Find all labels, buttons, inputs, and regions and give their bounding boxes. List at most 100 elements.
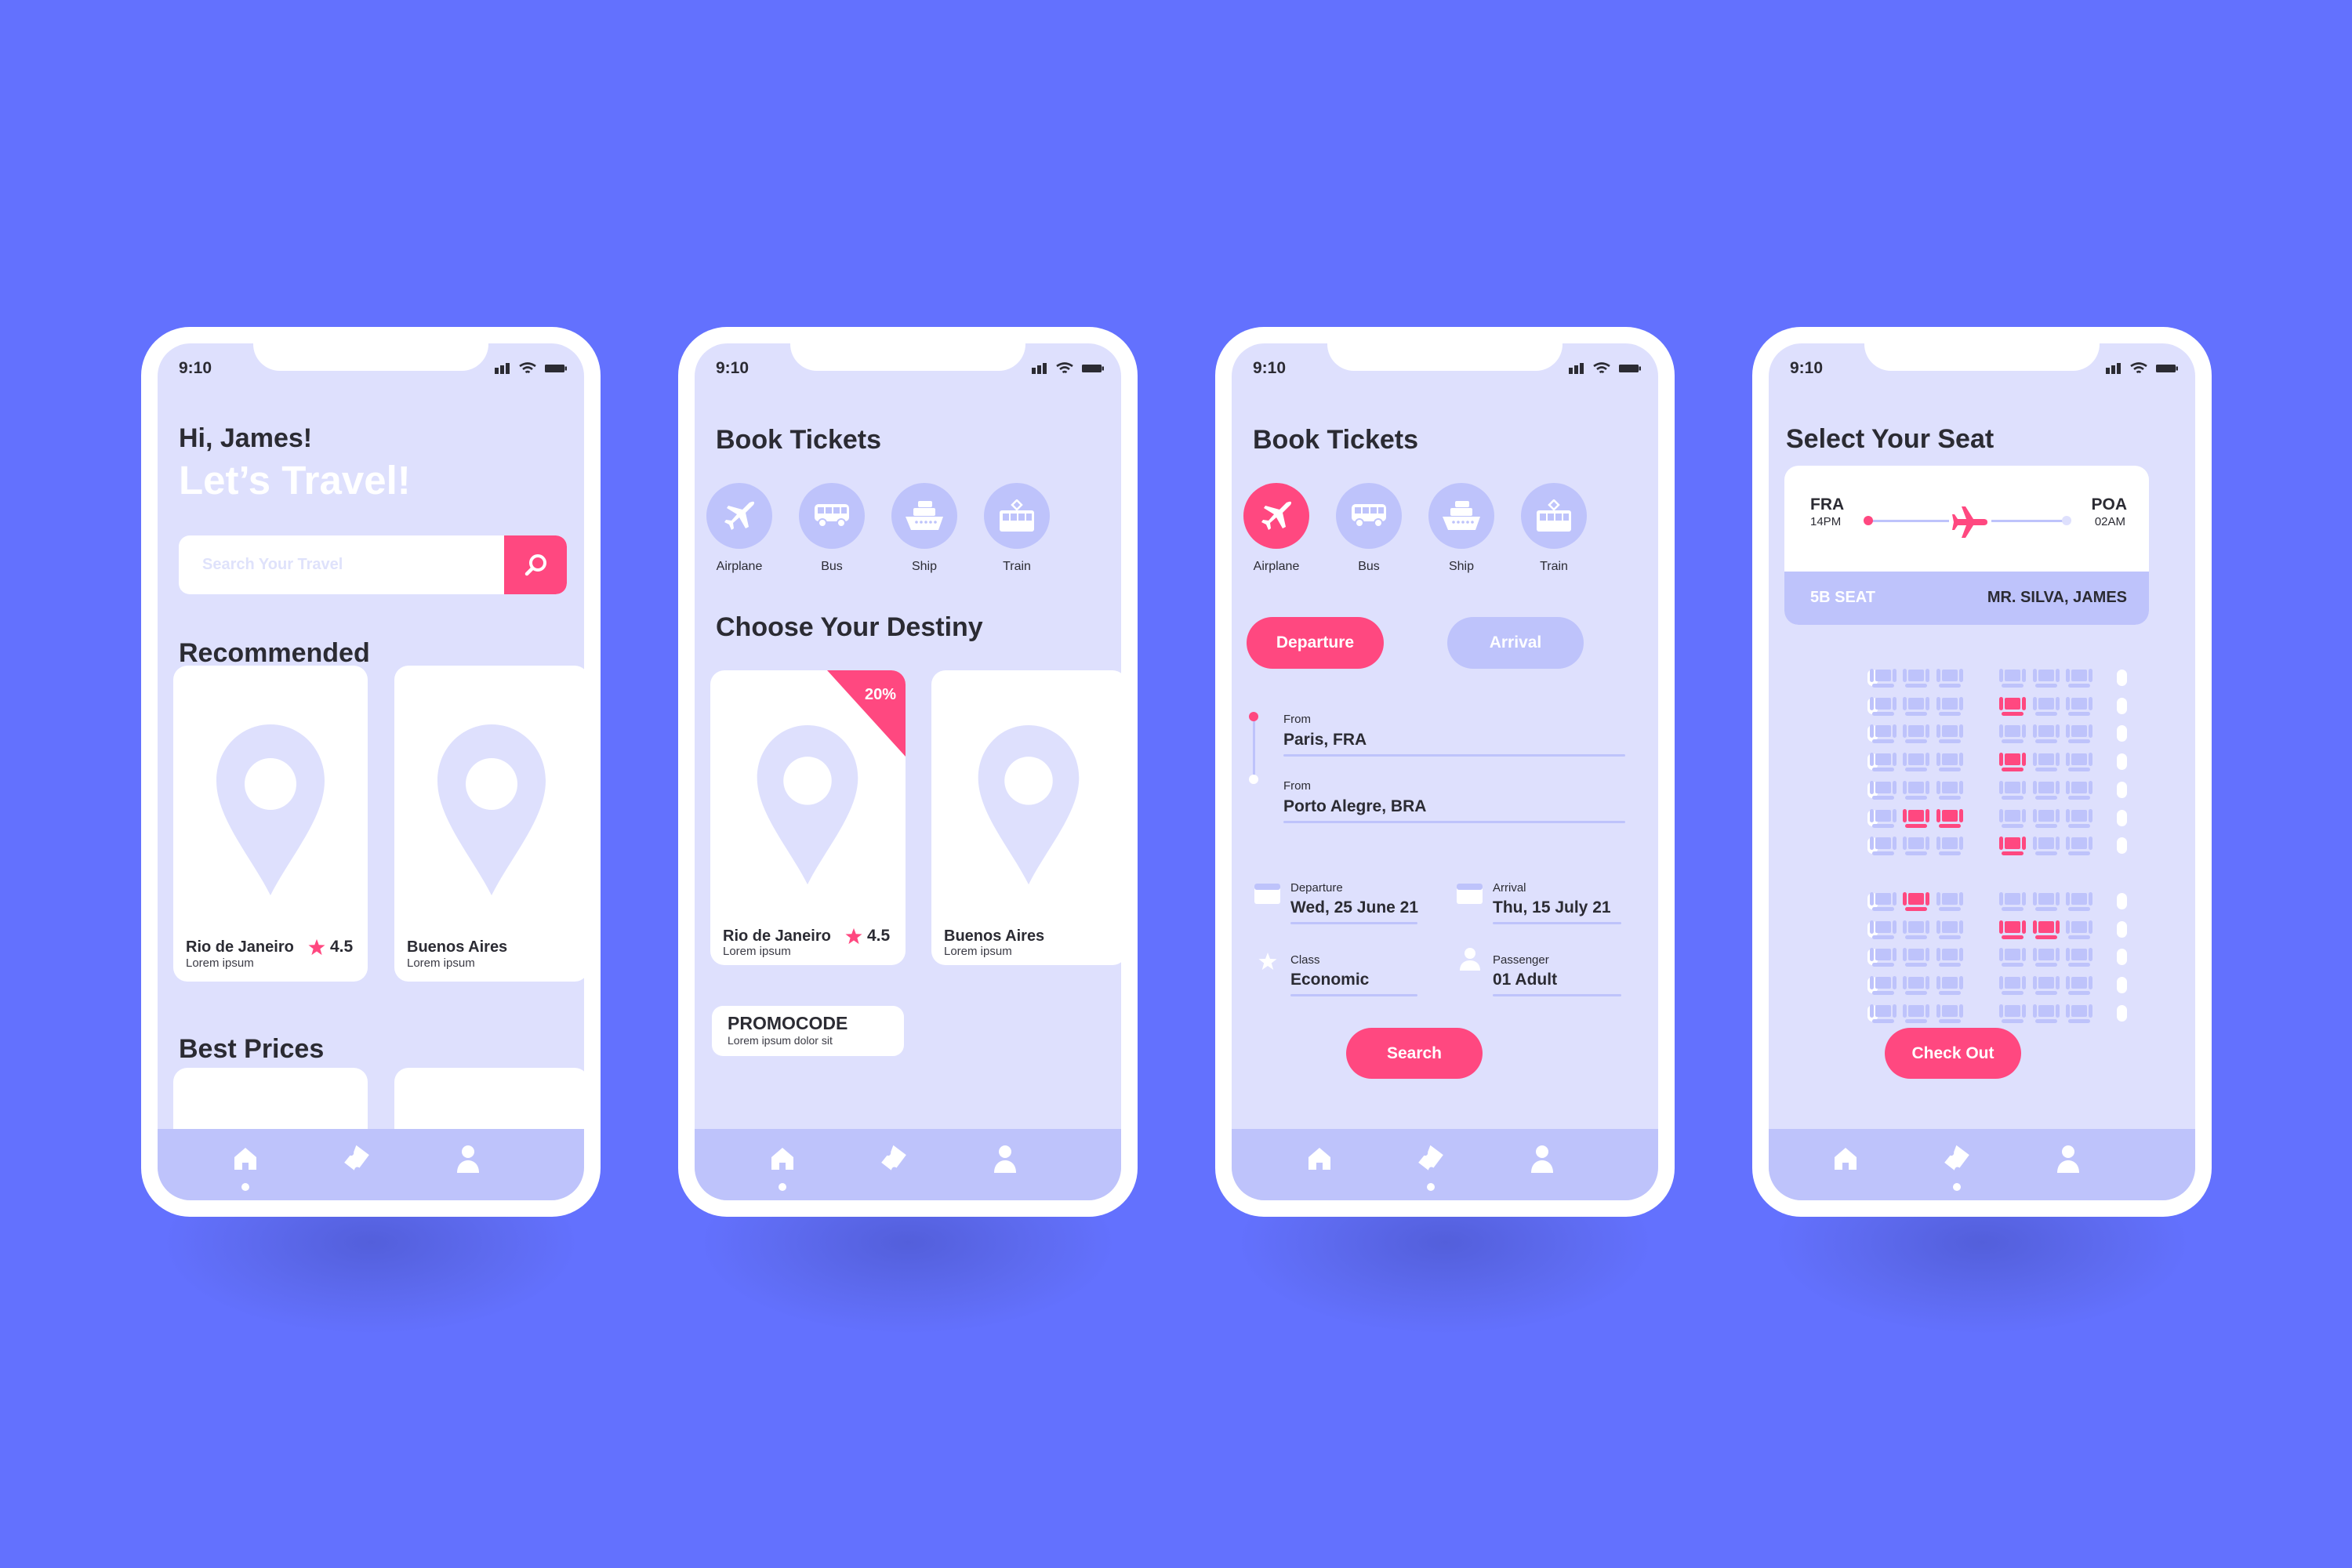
seat-available[interactable]	[2066, 1004, 2092, 1025]
seat-available[interactable]	[1936, 668, 1963, 690]
seat-available[interactable]	[1870, 752, 1896, 774]
seat-available[interactable]	[2066, 780, 2092, 802]
seat-available[interactable]	[1903, 975, 1929, 997]
seat-available[interactable]	[2066, 947, 2092, 969]
search-button[interactable]: Search	[1346, 1028, 1483, 1079]
seat-available[interactable]	[2033, 752, 2060, 774]
seat-available[interactable]	[2033, 891, 2060, 913]
seat-available[interactable]	[1936, 920, 1963, 942]
seat-available[interactable]	[1936, 724, 1963, 746]
seat-available[interactable]	[2066, 724, 2092, 746]
seat-available[interactable]	[1870, 724, 1896, 746]
nav-profile[interactable]	[452, 1143, 484, 1174]
seat-selected[interactable]	[1903, 891, 1929, 913]
seat-available[interactable]	[2066, 752, 2092, 774]
seat-selected[interactable]	[1999, 836, 2026, 858]
seat-available[interactable]	[1936, 696, 1963, 718]
seat-available[interactable]	[1903, 947, 1929, 969]
seat-available[interactable]	[1999, 808, 2026, 830]
seat-available[interactable]	[1903, 920, 1929, 942]
promo-code-card[interactable]: PROMOCODE Lorem ipsum dolor sit	[712, 1006, 904, 1056]
seat-available[interactable]	[1936, 836, 1963, 858]
seat-available[interactable]	[1999, 1004, 2026, 1025]
seat-available[interactable]	[2066, 836, 2092, 858]
nav-tickets[interactable]	[1941, 1143, 1973, 1174]
seat-available[interactable]	[2066, 668, 2092, 690]
seat-available[interactable]	[1999, 668, 2026, 690]
seat-available[interactable]	[1999, 780, 2026, 802]
search-input[interactable]	[179, 535, 457, 594]
category-ship[interactable]: Ship	[889, 483, 960, 574]
seat-available[interactable]	[2066, 696, 2092, 718]
passenger-field[interactable]: 01 Adult	[1493, 971, 1557, 989]
to-field[interactable]: Porto Alegre, BRA	[1283, 797, 1426, 816]
seat-available[interactable]	[2033, 975, 2060, 997]
nav-home[interactable]	[1830, 1143, 1861, 1174]
seat-available[interactable]	[1870, 808, 1896, 830]
seat-selected[interactable]	[1999, 752, 2026, 774]
seat-available[interactable]	[1999, 891, 2026, 913]
departure-date-field[interactable]: Wed, 25 June 21	[1290, 898, 1418, 917]
seat-available[interactable]	[1999, 724, 2026, 746]
nav-profile[interactable]	[2053, 1143, 2084, 1174]
destination-card[interactable]: Rio de Janeiro Lorem ipsum 4.5	[173, 666, 368, 982]
seat-available[interactable]	[1870, 668, 1896, 690]
seat-available[interactable]	[2066, 920, 2092, 942]
nav-tickets[interactable]	[1415, 1143, 1446, 1174]
seat-selected[interactable]	[1903, 808, 1929, 830]
seat-available[interactable]	[1999, 975, 2026, 997]
category-ship[interactable]: Ship	[1426, 483, 1497, 574]
seat-available[interactable]	[1936, 752, 1963, 774]
category-bus[interactable]: Bus	[797, 483, 867, 574]
nav-home[interactable]	[1304, 1143, 1335, 1174]
seat-available[interactable]	[2033, 780, 2060, 802]
seat-available[interactable]	[2033, 947, 2060, 969]
seat-available[interactable]	[2033, 808, 2060, 830]
seat-available[interactable]	[2066, 808, 2092, 830]
search-button[interactable]	[504, 535, 567, 594]
seat-available[interactable]	[1903, 752, 1929, 774]
category-bus[interactable]: Bus	[1334, 483, 1404, 574]
departure-toggle-button[interactable]: Departure	[1247, 617, 1384, 669]
seat-available[interactable]	[1870, 920, 1896, 942]
seat-available[interactable]	[1903, 696, 1929, 718]
seat-available[interactable]	[2033, 696, 2060, 718]
seat-available[interactable]	[1903, 724, 1929, 746]
from-field[interactable]: Paris, FRA	[1283, 731, 1367, 750]
seat-available[interactable]	[1870, 891, 1896, 913]
nav-profile[interactable]	[989, 1143, 1021, 1174]
seat-available[interactable]	[1870, 947, 1896, 969]
seat-available[interactable]	[1936, 780, 1963, 802]
seat-available[interactable]	[1870, 836, 1896, 858]
seat-available[interactable]	[1903, 668, 1929, 690]
seat-selected[interactable]	[1999, 696, 2026, 718]
seat-available[interactable]	[1936, 975, 1963, 997]
seat-available[interactable]	[2066, 975, 2092, 997]
category-train[interactable]: Train	[982, 483, 1052, 574]
seat-available[interactable]	[2033, 724, 2060, 746]
seat-available[interactable]	[1936, 1004, 1963, 1025]
nav-home[interactable]	[767, 1143, 798, 1174]
nav-tickets[interactable]	[341, 1143, 372, 1174]
seat-available[interactable]	[1999, 947, 2026, 969]
nav-home[interactable]	[230, 1143, 261, 1174]
nav-profile[interactable]	[1526, 1143, 1558, 1174]
destination-card[interactable]: Buenos Aires Lorem ipsum	[394, 666, 584, 982]
seat-available[interactable]	[2033, 836, 2060, 858]
seat-available[interactable]	[1903, 780, 1929, 802]
arrival-toggle-button[interactable]: Arrival	[1447, 617, 1584, 669]
seat-selected[interactable]	[1999, 920, 2026, 942]
seat-available[interactable]	[2033, 1004, 2060, 1025]
seat-available[interactable]	[1870, 696, 1896, 718]
category-train[interactable]: Train	[1519, 483, 1589, 574]
seat-available[interactable]	[2033, 668, 2060, 690]
check-out-button[interactable]: Check Out	[1885, 1028, 2021, 1079]
destination-card[interactable]: 20% Rio de Janeiro Lorem ipsum 4.5	[710, 670, 906, 965]
category-airplane[interactable]: Airplane	[704, 483, 775, 574]
seat-selected[interactable]	[2033, 920, 2060, 942]
class-field[interactable]: Economic	[1290, 971, 1369, 989]
seat-available[interactable]	[1936, 947, 1963, 969]
seat-selected[interactable]	[1936, 808, 1963, 830]
arrival-date-field[interactable]: Thu, 15 July 21	[1493, 898, 1611, 917]
nav-tickets[interactable]	[878, 1143, 909, 1174]
